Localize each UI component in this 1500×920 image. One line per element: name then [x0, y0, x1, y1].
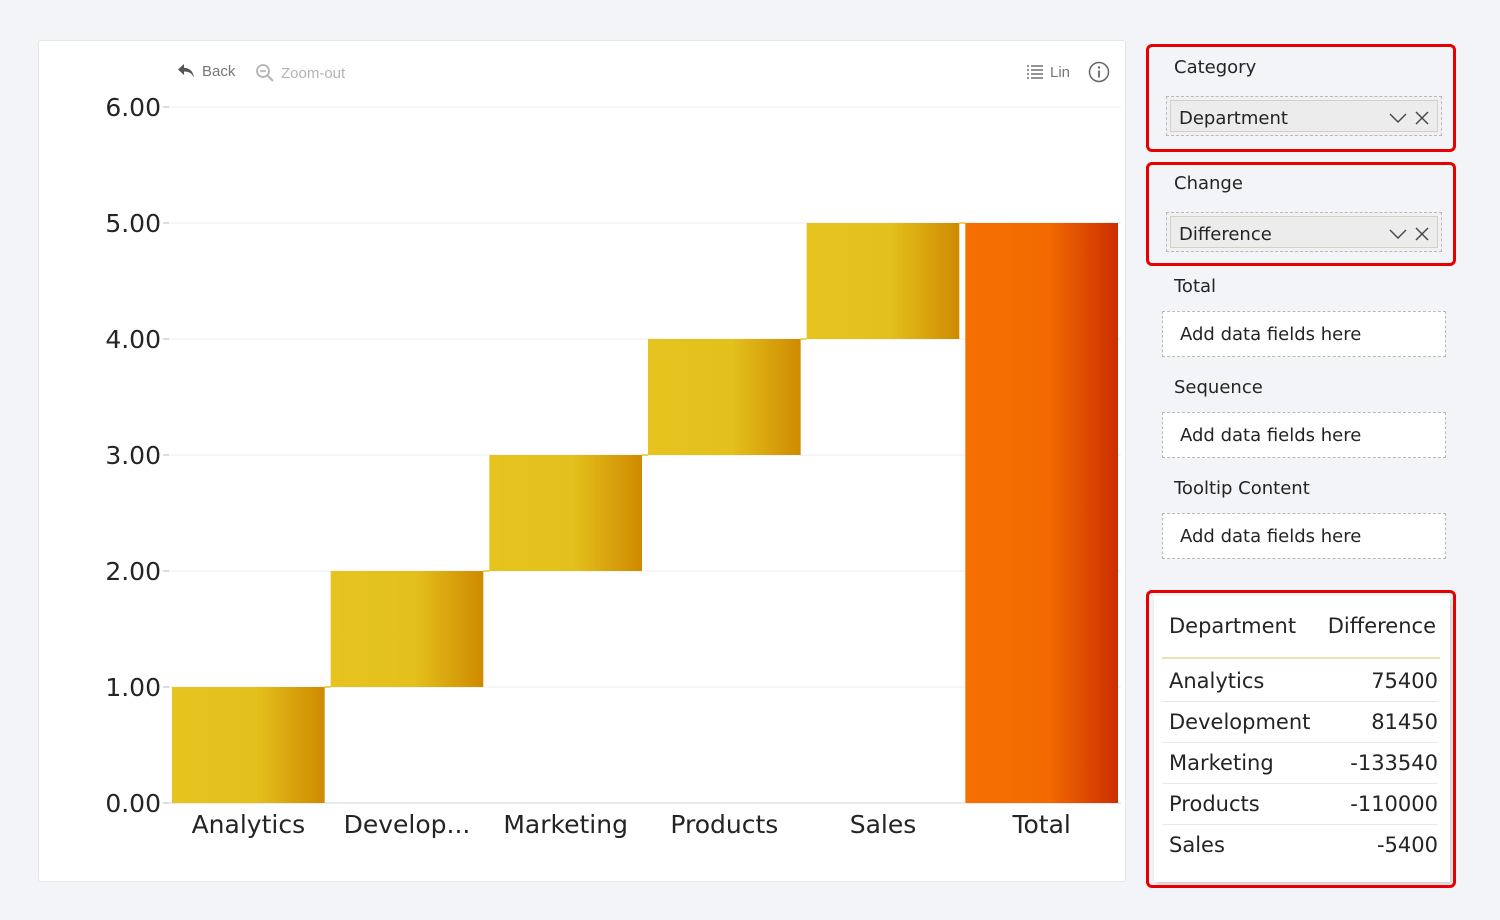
- y-tick-label: 2.00: [105, 557, 161, 586]
- table-cell-difference: -133540: [1350, 751, 1438, 775]
- y-tick-label: 5.00: [105, 209, 161, 238]
- change-field-value: Difference: [1179, 224, 1272, 245]
- table-cell-department: Products: [1169, 792, 1260, 816]
- remove-field-icon[interactable]: [1415, 111, 1429, 125]
- chevron-down-icon[interactable]: [1389, 111, 1407, 125]
- table-header-difference[interactable]: Difference: [1328, 614, 1436, 638]
- waterfall-chart: 0.00 1.00 2.00 3.00 4.00 5.00 6.00 Analytics De…: [105, 93, 1121, 839]
- sequence-drop-placeholder: Add data fields here: [1180, 425, 1362, 446]
- x-tick-label: Total: [1011, 810, 1070, 839]
- total-drop-placeholder: Add data fields here: [1180, 324, 1362, 345]
- x-tick-label: Marketing: [503, 810, 628, 839]
- tooltip-drop-placeholder: Add data fields here: [1180, 526, 1362, 547]
- table-cell-difference: 75400: [1371, 669, 1438, 693]
- change-field-pill[interactable]: Difference: [1166, 212, 1442, 252]
- y-tick-label: 0.00: [105, 789, 161, 818]
- total-drop-zone[interactable]: Add data fields here: [1162, 311, 1446, 357]
- x-tick-label: Develop...: [344, 810, 471, 839]
- change-well-label: Change: [1174, 173, 1243, 194]
- tooltip-well-label: Tooltip Content: [1174, 478, 1310, 499]
- category-field-value: Department: [1179, 108, 1288, 129]
- waterfall-bar[interactable]: [172, 687, 325, 803]
- table-cell-department: Development: [1169, 710, 1311, 734]
- x-tick-label: Analytics: [192, 810, 306, 839]
- x-tick-label: Products: [670, 810, 778, 839]
- table-cell-difference: 81450: [1371, 710, 1438, 734]
- header-underline: [1162, 657, 1440, 659]
- y-tick-label: 1.00: [105, 673, 161, 702]
- remove-field-icon[interactable]: [1415, 227, 1429, 241]
- x-tick-label: Sales: [850, 810, 917, 839]
- table-row: Products -110000: [1162, 784, 1438, 825]
- table-cell-department: Marketing: [1169, 751, 1274, 775]
- waterfall-bar[interactable]: [806, 223, 960, 339]
- category-field-pill[interactable]: Department: [1166, 96, 1442, 136]
- y-tick-label: 3.00: [105, 441, 161, 470]
- waterfall-bar[interactable]: [648, 339, 801, 455]
- waterfall-bar[interactable]: [330, 571, 484, 687]
- table-row: Marketing -133540: [1162, 743, 1438, 784]
- table-header-department[interactable]: Department: [1169, 614, 1296, 638]
- total-well-label: Total: [1174, 276, 1217, 297]
- table-cell-department: Analytics: [1169, 669, 1265, 693]
- sequence-well-label: Sequence: [1174, 377, 1263, 398]
- chart-visual: Back Zoom-out Lin 0.00 1.00 2.00 3.00 4.…: [38, 40, 1126, 882]
- data-table: Department Difference Analytics 75400 De…: [1154, 596, 1450, 882]
- table-cell-difference: -5400: [1376, 833, 1438, 857]
- table-row: Development 81450: [1162, 702, 1438, 743]
- table-row: Analytics 75400: [1162, 661, 1438, 702]
- y-tick-label: 6.00: [105, 93, 161, 122]
- table-row: Sales -5400: [1162, 825, 1438, 866]
- category-well-label: Category: [1174, 57, 1257, 78]
- sequence-drop-zone[interactable]: Add data fields here: [1162, 412, 1446, 458]
- tooltip-drop-zone[interactable]: Add data fields here: [1162, 513, 1446, 559]
- table-cell-department: Sales: [1169, 833, 1225, 857]
- table-cell-difference: -110000: [1350, 792, 1438, 816]
- chevron-down-icon[interactable]: [1389, 227, 1407, 241]
- waterfall-bar[interactable]: [965, 223, 1118, 803]
- y-tick-label: 4.00: [105, 325, 161, 354]
- waterfall-bar[interactable]: [489, 455, 642, 571]
